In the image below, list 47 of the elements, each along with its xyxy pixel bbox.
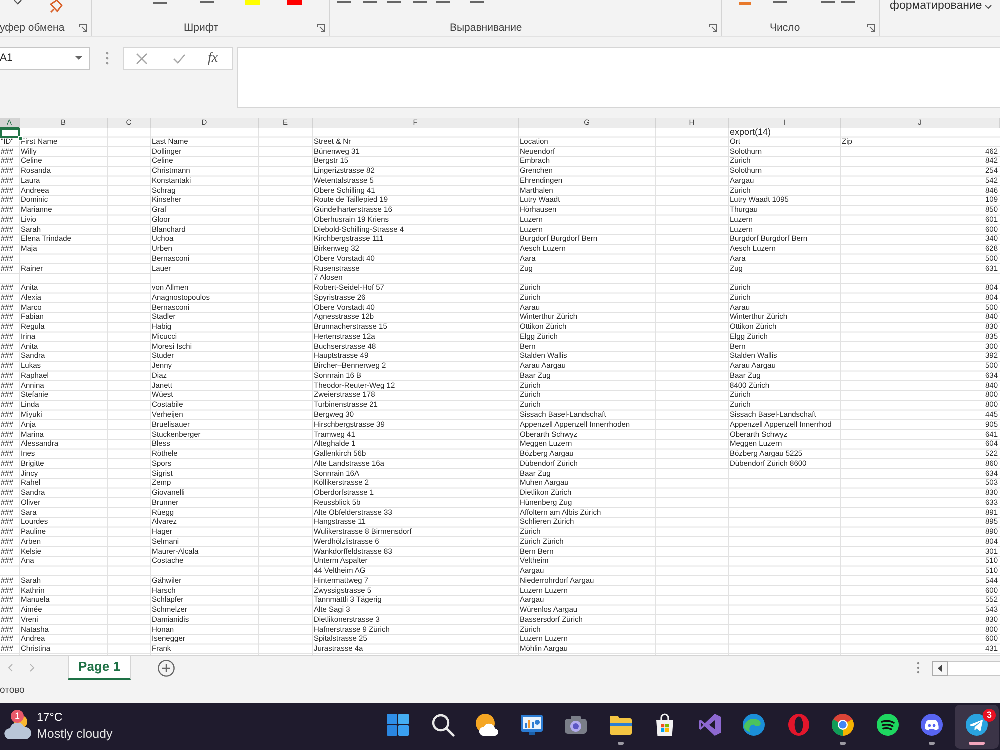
dialog-launcher-icon[interactable] — [709, 24, 717, 32]
plus-circle-icon[interactable] — [158, 660, 175, 676]
chart-board-icon[interactable] — [520, 713, 544, 737]
triangle-left-icon[interactable] — [938, 664, 942, 672]
weather-condition: Mostly cloudy — [37, 726, 113, 742]
swirl-logo-icon[interactable] — [742, 713, 766, 737]
swatch-icon[interactable] — [245, 0, 260, 5]
camera-icon[interactable] — [564, 713, 588, 737]
group-label: уфер обмена — [0, 22, 65, 34]
loop-logo-icon[interactable] — [698, 713, 722, 737]
name-box[interactable]: A1 — [0, 47, 90, 70]
scroll-left-button[interactable] — [932, 660, 948, 676]
fill-handle[interactable] — [18, 136, 23, 141]
sun-cloud-icon[interactable] — [475, 713, 500, 737]
temperature-text: 17°C — [37, 711, 63, 726]
group-label: Выравнивание — [450, 22, 522, 34]
dialog-launcher-icon[interactable] — [317, 24, 325, 32]
active-cell-cursor[interactable] — [0, 128, 20, 138]
group-label: Число — [770, 22, 800, 34]
formula-input[interactable] — [237, 47, 1000, 108]
swatch-icon[interactable] — [287, 0, 302, 5]
four-squares-icon[interactable] — [386, 713, 410, 737]
grip-dots-icon[interactable] — [917, 662, 920, 674]
brush-icon[interactable] — [50, 0, 63, 13]
taskbar-button[interactable]: 3 — [954, 705, 999, 749]
group-label: Шрифт — [184, 22, 219, 34]
status-text: отово — [0, 684, 25, 698]
caret-icon[interactable] — [14, 0, 22, 5]
search-icon[interactable] — [430, 713, 455, 737]
formatting-button[interactable]: форматирование — [890, 0, 992, 13]
grip-dots-icon[interactable] — [106, 52, 109, 65]
caret-icon[interactable] — [985, 4, 992, 8]
sound-waves-icon[interactable] — [876, 713, 900, 737]
dialog-launcher-icon[interactable] — [79, 24, 87, 32]
notification-badge: 1 — [11, 710, 24, 723]
notification-badge: 3 — [983, 709, 996, 722]
ring-logo-icon[interactable] — [786, 713, 811, 737]
dialog-launcher-icon[interactable] — [867, 24, 875, 32]
caret-icon[interactable] — [75, 56, 83, 61]
paper-plane-icon[interactable] — [964, 713, 989, 737]
gamepad-face-icon[interactable] — [920, 713, 944, 737]
sheet-tab[interactable]: Page 1 — [68, 656, 131, 680]
segmented-circle-icon[interactable] — [831, 713, 856, 737]
folder-icon[interactable] — [608, 713, 633, 737]
check-icon[interactable] — [173, 54, 186, 64]
sheet-title: export(14) — [730, 128, 772, 137]
insert-function-button[interactable]: fx — [208, 51, 218, 66]
